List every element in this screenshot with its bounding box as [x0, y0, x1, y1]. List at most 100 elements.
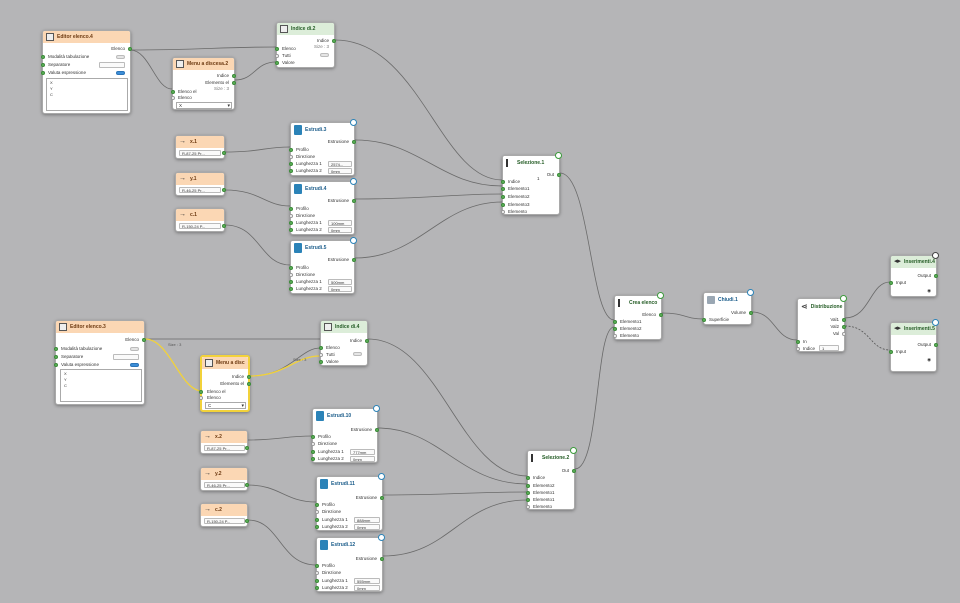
input-port[interactable]	[526, 476, 530, 480]
dropdown-select[interactable]: X	[176, 102, 232, 109]
value-field[interactable]: R-46-25 Pr...	[179, 187, 221, 193]
node-value-x2[interactable]: → x.2 R-87-25 Pr...	[200, 430, 249, 454]
input-port[interactable]	[315, 503, 319, 507]
output-port[interactable]	[245, 446, 249, 450]
output-port[interactable]	[380, 557, 384, 561]
node-value-y1[interactable]: → y.1 R-46-25 Pr...	[175, 172, 226, 196]
output-port[interactable]	[222, 188, 226, 192]
node-estrudi-10[interactable]: Estrudi.10 Estrusione Profilo Direzione …	[311, 405, 380, 463]
output-port[interactable]	[247, 375, 251, 379]
node-menu-a-disc[interactable]: Menu a disc Indice Elemento el Elenco el…	[199, 355, 251, 412]
output-port[interactable]	[557, 173, 561, 177]
node-inserimenti-4[interactable]: ◂▸ Inserimenti.4 Output Input ◉	[889, 252, 939, 297]
input-port[interactable]	[311, 435, 315, 439]
length-field[interactable]: 777mm	[350, 449, 375, 455]
input-port[interactable]	[319, 360, 323, 364]
input-port[interactable]	[796, 347, 800, 351]
output-port[interactable]	[232, 74, 236, 78]
output-port[interactable]	[659, 313, 663, 317]
visibility-icon[interactable]	[570, 447, 577, 454]
node-value-c1[interactable]: → c.1 R-150-24 P...	[175, 208, 226, 232]
toggle-switch[interactable]	[116, 55, 125, 59]
output-port[interactable]	[332, 39, 336, 43]
edit-icon[interactable]	[932, 319, 939, 326]
input-port[interactable]	[54, 363, 58, 367]
toggle-switch[interactable]	[320, 53, 329, 57]
output-port[interactable]	[934, 274, 938, 278]
input-port[interactable]	[501, 180, 505, 184]
node-menu-a-discesa-2[interactable]: Menu a discesa.2 Indice Elemento el Size…	[171, 57, 236, 110]
input-port[interactable]	[289, 266, 293, 270]
input-port[interactable]	[315, 525, 319, 529]
node-estrudi-4[interactable]: Estrudi.4 Estrusione Profilo Direzione L…	[289, 178, 357, 235]
length-field[interactable]: 0mm	[328, 168, 352, 174]
dropdown-select[interactable]: C	[205, 402, 246, 409]
node-indice-di-2[interactable]: Indice di.2 Indice Size : 3 Elenco Tutti…	[275, 22, 336, 68]
input-port[interactable]	[199, 390, 203, 394]
input-port[interactable]	[526, 505, 530, 509]
input-port[interactable]	[41, 55, 45, 59]
input-port[interactable]	[289, 148, 293, 152]
output-port[interactable]	[365, 339, 369, 343]
input-port[interactable]	[289, 280, 293, 284]
visibility-icon[interactable]	[555, 152, 562, 159]
node-selezione-2[interactable]: Selezione.2 Out Indice Elemento2 Element…	[526, 447, 577, 510]
visibility-icon[interactable]	[350, 178, 357, 185]
input-port[interactable]	[702, 318, 706, 322]
input-port[interactable]	[289, 169, 293, 173]
input-port[interactable]	[275, 61, 279, 65]
visibility-icon[interactable]	[378, 534, 385, 541]
separator-field[interactable]	[113, 354, 139, 360]
length-field[interactable]: 0mm	[354, 585, 380, 591]
toggle-switch[interactable]	[130, 363, 139, 367]
toggle-switch[interactable]	[116, 71, 125, 75]
output-port[interactable]	[247, 382, 251, 386]
output-port[interactable]	[142, 338, 146, 342]
input-port[interactable]	[311, 450, 315, 454]
toggle-switch[interactable]	[130, 347, 139, 351]
input-port[interactable]	[319, 346, 323, 350]
node-distribuzione[interactable]: ⋖ Distribuzione Val1 Val2 Val In Indice 1	[796, 295, 847, 352]
input-port[interactable]	[889, 350, 893, 354]
input-port[interactable]	[289, 207, 293, 211]
input-port[interactable]	[311, 457, 315, 461]
node-editor-elenco-3[interactable]: Editor elenco.3 Elenco Modalità tabulazi…	[54, 320, 146, 405]
node-inserimenti-5[interactable]: ◂▸ Inserimenti.5 Output Input ◉	[889, 319, 939, 372]
input-port[interactable]	[41, 63, 45, 67]
input-port[interactable]	[54, 355, 58, 359]
input-port[interactable]	[289, 155, 293, 159]
node-crea-elenco[interactable]: Crea elenco Elenco Elemento1 Elemento2 E…	[613, 292, 664, 340]
length-field[interactable]: 100mm	[328, 220, 352, 226]
input-port[interactable]	[171, 90, 175, 94]
input-port[interactable]	[526, 484, 530, 488]
input-port[interactable]	[319, 353, 323, 357]
input-port[interactable]	[889, 281, 893, 285]
output-port[interactable]	[842, 325, 846, 329]
input-port[interactable]	[315, 518, 319, 522]
input-port[interactable]	[796, 340, 800, 344]
node-chiudi-1[interactable]: Chiudi.1 Volume Superficie	[702, 289, 754, 325]
length-field[interactable]: 2574...	[328, 161, 352, 167]
node-indice-di-4[interactable]: Indice di.4 Indice Elenco Tutti Valore	[319, 320, 369, 366]
node-estrudi-3[interactable]: Estrudi.3 Estrusione Profilo Direzione L…	[289, 119, 357, 176]
input-port[interactable]	[289, 228, 293, 232]
input-port[interactable]	[289, 287, 293, 291]
eye-icon[interactable]: ◉	[927, 357, 931, 363]
input-port[interactable]	[613, 320, 617, 324]
visibility-icon[interactable]	[840, 295, 847, 302]
input-port[interactable]	[289, 162, 293, 166]
input-port[interactable]	[41, 71, 45, 75]
output-port[interactable]	[245, 519, 249, 523]
input-port[interactable]	[289, 214, 293, 218]
input-port[interactable]	[501, 195, 505, 199]
output-port[interactable]	[352, 258, 356, 262]
input-port[interactable]	[526, 498, 530, 502]
output-port[interactable]	[128, 47, 132, 51]
visibility-icon[interactable]	[350, 119, 357, 126]
input-port[interactable]	[54, 347, 58, 351]
output-port[interactable]	[375, 428, 379, 432]
separator-field[interactable]	[99, 62, 125, 68]
output-port[interactable]	[222, 224, 226, 228]
node-value-x1[interactable]: → x.1 R-87-25 Pr...	[175, 135, 226, 159]
input-port[interactable]	[613, 334, 617, 338]
